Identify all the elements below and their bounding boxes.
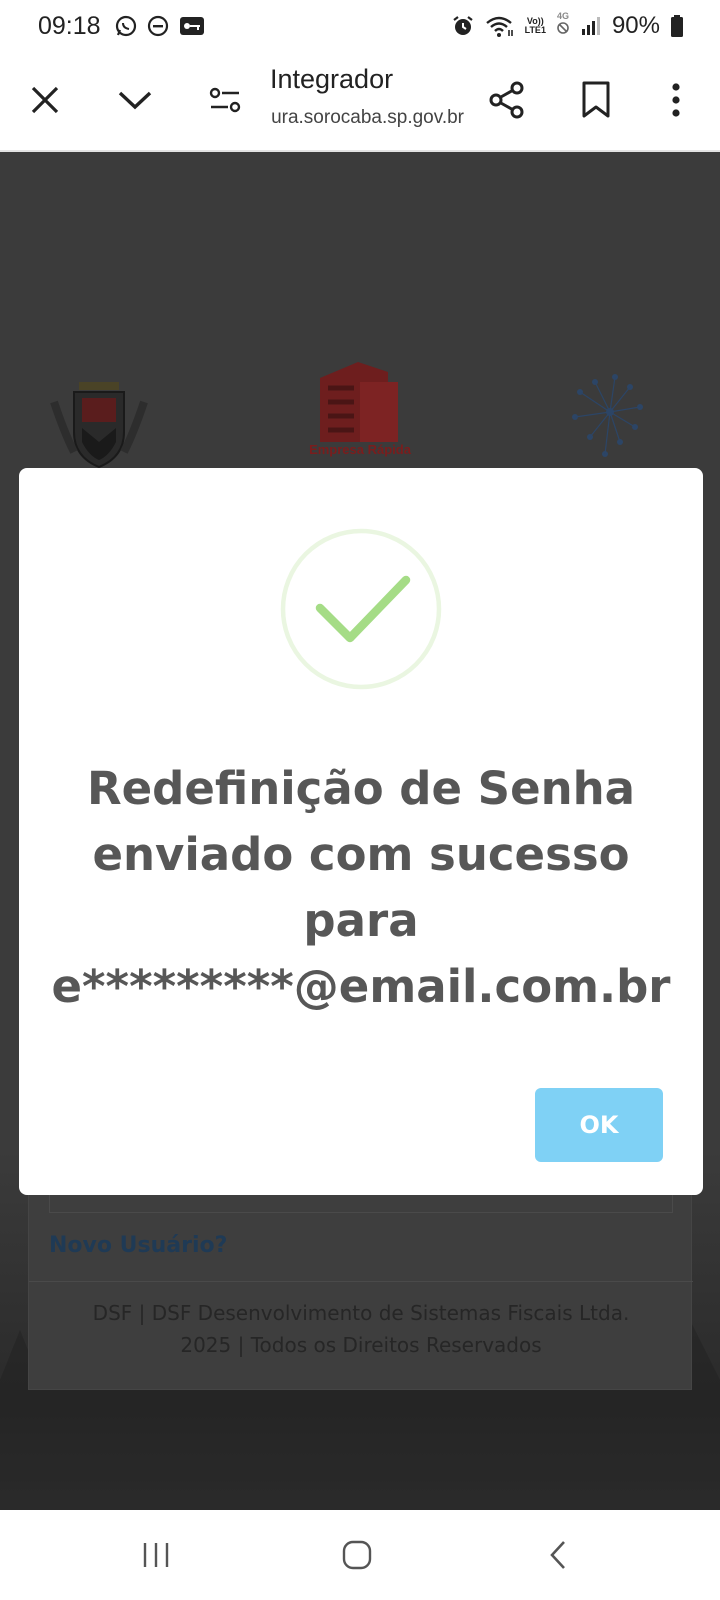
back-button[interactable] xyxy=(528,1530,588,1580)
browser-toolbar: Integrador prefeitura.sorocaba.sp.gov.br xyxy=(0,52,720,152)
page-title: Integrador xyxy=(270,64,394,94)
page-settings-icon xyxy=(209,87,241,113)
dialog-message-line: Redefinição de Senha xyxy=(86,762,636,815)
network-map-logo xyxy=(572,374,643,457)
battery-percentage: 90% xyxy=(611,12,660,39)
new-user-link[interactable]: Novo Usuário? xyxy=(49,1233,227,1258)
login-card: Esqueci Minha Senha Novo Usuário? DSF | … xyxy=(28,1162,693,1390)
system-navigation-bar xyxy=(0,1510,720,1600)
recents-icon xyxy=(143,1543,169,1567)
dialog-message-line: e*********@email.com.br xyxy=(51,960,671,1013)
recents-button[interactable] xyxy=(126,1530,186,1580)
status-time: 09:18 xyxy=(38,12,101,40)
minimize-button[interactable] xyxy=(111,76,159,124)
empresa-rapida-logo-text: Empresa Rápida xyxy=(309,442,411,457)
success-dialog: Redefinição de Senha enviado com sucesso… xyxy=(19,468,703,1195)
footer-company: DSF | DSF Desenvolvimento de Sistemas Fi… xyxy=(92,1301,630,1325)
chevron-down-icon xyxy=(118,91,152,110)
page-url[interactable]: prefeitura.sorocaba.sp.gov.br xyxy=(272,107,464,129)
home-icon xyxy=(342,1540,372,1570)
do-not-disturb-icon xyxy=(147,15,169,37)
card-divider xyxy=(29,1281,693,1282)
back-icon xyxy=(550,1541,565,1569)
status-bar: 09:18 Vo)) LTE1 4G 90% xyxy=(0,0,720,52)
vpn-key-icon xyxy=(180,17,204,35)
share-button[interactable] xyxy=(483,76,531,124)
close-icon xyxy=(31,86,59,114)
alarm-icon xyxy=(452,16,473,35)
bookmark-button[interactable] xyxy=(572,76,620,124)
home-button[interactable] xyxy=(327,1530,387,1580)
share-icon xyxy=(489,81,524,119)
volte-indicator: Vo)) LTE1 xyxy=(524,16,546,35)
status-notification-icons xyxy=(114,14,206,38)
more-vert-icon xyxy=(672,83,680,117)
more-options-button[interactable] xyxy=(652,76,700,124)
wifi-icon xyxy=(485,16,513,37)
status-system-icons: Vo)) LTE1 4G 90% xyxy=(451,12,684,40)
battery-icon xyxy=(671,15,683,37)
dialog-message-line: enviado com sucesso xyxy=(92,828,630,881)
network-indicator: 4G xyxy=(556,12,570,40)
ok-button[interactable]: OK xyxy=(535,1088,663,1162)
dialog-message: Redefinição de Senha enviado com sucesso… xyxy=(19,756,703,1020)
whatsapp-icon xyxy=(115,15,137,37)
footer-rights: 2025 | Todos os Direitos Reservados xyxy=(180,1333,542,1357)
page-settings-button[interactable] xyxy=(201,76,249,124)
close-tab-button[interactable] xyxy=(21,76,69,124)
success-check-icon xyxy=(280,528,442,690)
city-coat-of-arms-logo xyxy=(50,382,148,469)
no-data-icon xyxy=(557,22,569,34)
dialog-message-line: para xyxy=(303,894,419,947)
signal-icon xyxy=(581,17,600,35)
bookmark-icon xyxy=(582,81,610,118)
